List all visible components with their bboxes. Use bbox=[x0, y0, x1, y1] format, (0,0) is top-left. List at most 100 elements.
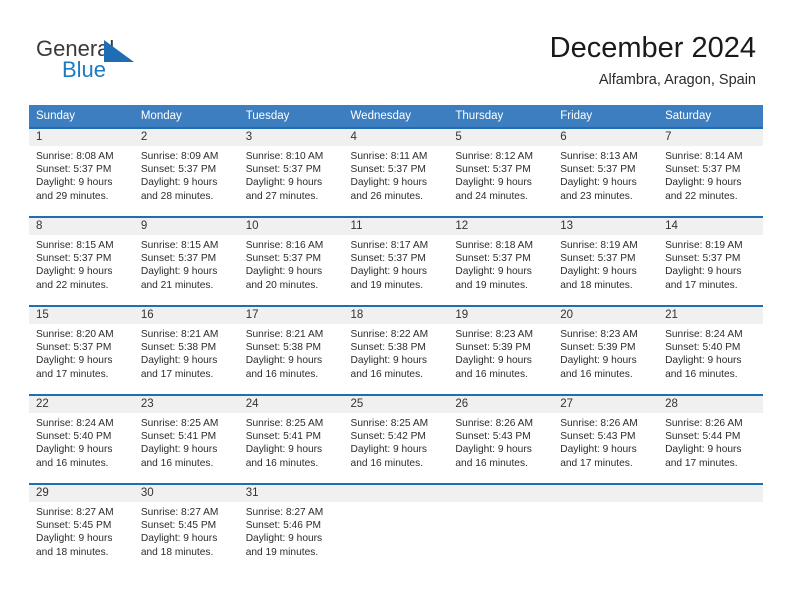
day-cell-empty bbox=[658, 483, 763, 573]
sunrise-line: Sunrise: 8:15 AM bbox=[140, 240, 219, 251]
day-cell[interactable]: 16 Sunrise: 8:21 AM Sunset: 5:38 PM Dayl… bbox=[133, 305, 239, 395]
day-cell[interactable]: 10 Sunrise: 8:16 AM Sunset: 5:37 PM Dayl… bbox=[238, 216, 344, 306]
day-details: Sunrise: 8:10 AM Sunset: 5:37 PM Dayligh… bbox=[239, 146, 344, 203]
day-details: Sunrise: 8:27 AM Sunset: 5:45 PM Dayligh… bbox=[29, 502, 134, 559]
daylight-line-1: Daylight: 9 hours bbox=[665, 177, 742, 189]
sunset-line: Sunset: 5:37 PM bbox=[350, 253, 426, 265]
sunset-line: Sunset: 5:37 PM bbox=[560, 164, 636, 176]
day-cell[interactable]: 23 Sunrise: 8:25 AM Sunset: 5:41 PM Dayl… bbox=[133, 394, 239, 484]
sunrise-line: Sunrise: 8:21 AM bbox=[140, 329, 219, 340]
day-cell[interactable]: 19 Sunrise: 8:23 AM Sunset: 5:39 PM Dayl… bbox=[448, 305, 554, 395]
page-title: December 2024 bbox=[549, 32, 756, 64]
day-number: 25 bbox=[343, 396, 449, 413]
sunrise-line: Sunrise: 8:21 AM bbox=[245, 329, 324, 340]
day-number: 24 bbox=[238, 396, 344, 413]
day-cell[interactable]: 15 Sunrise: 8:20 AM Sunset: 5:37 PM Dayl… bbox=[29, 305, 134, 395]
day-number: 3 bbox=[238, 129, 344, 146]
day-number: 7 bbox=[658, 129, 763, 146]
weekday-header-thursday: Thursday bbox=[448, 105, 554, 128]
day-cell[interactable]: 12 Sunrise: 8:18 AM Sunset: 5:37 PM Dayl… bbox=[448, 216, 554, 306]
day-details: Sunrise: 8:09 AM Sunset: 5:37 PM Dayligh… bbox=[134, 146, 239, 203]
day-cell[interactable]: 22 Sunrise: 8:24 AM Sunset: 5:40 PM Dayl… bbox=[29, 394, 134, 484]
day-details: Sunrise: 8:08 AM Sunset: 5:37 PM Dayligh… bbox=[29, 146, 134, 203]
daylight-line-1: Daylight: 9 hours bbox=[36, 355, 113, 367]
daylight-line-2: and 18 minutes. bbox=[560, 279, 633, 291]
day-cell[interactable]: 20 Sunrise: 8:23 AM Sunset: 5:39 PM Dayl… bbox=[553, 305, 659, 395]
calendar-table: Sunday Monday Tuesday Wednesday Thursday… bbox=[29, 105, 763, 573]
day-cell[interactable]: 31 Sunrise: 8:27 AM Sunset: 5:46 PM Dayl… bbox=[238, 483, 344, 573]
day-details: Sunrise: 8:16 AM Sunset: 5:37 PM Dayligh… bbox=[239, 235, 344, 292]
day-number: 23 bbox=[133, 396, 239, 413]
day-details: Sunrise: 8:15 AM Sunset: 5:37 PM Dayligh… bbox=[134, 235, 239, 292]
day-cell-empty bbox=[448, 483, 554, 573]
day-cell[interactable]: 1 Sunrise: 8:08 AM Sunset: 5:37 PM Dayli… bbox=[29, 127, 134, 217]
day-cell[interactable]: 7 Sunrise: 8:14 AM Sunset: 5:37 PM Dayli… bbox=[658, 127, 763, 217]
day-cell[interactable]: 6 Sunrise: 8:13 AM Sunset: 5:37 PM Dayli… bbox=[553, 127, 659, 217]
day-details: Sunrise: 8:25 AM Sunset: 5:42 PM Dayligh… bbox=[344, 413, 449, 470]
brand-logo[interactable]: General Blue bbox=[36, 36, 156, 84]
day-cell[interactable]: 24 Sunrise: 8:25 AM Sunset: 5:41 PM Dayl… bbox=[238, 394, 344, 484]
daylight-line-2: and 17 minutes. bbox=[665, 279, 738, 291]
daylight-line-2: and 17 minutes. bbox=[560, 457, 633, 469]
sunrise-line: Sunrise: 8:24 AM bbox=[665, 329, 743, 340]
day-cell[interactable]: 13 Sunrise: 8:19 AM Sunset: 5:37 PM Dayl… bbox=[553, 216, 659, 306]
sunrise-line: Sunrise: 8:23 AM bbox=[560, 329, 638, 340]
day-cell-empty bbox=[343, 483, 449, 573]
sunrise-line: Sunrise: 8:25 AM bbox=[350, 418, 429, 429]
sunset-line: Sunset: 5:37 PM bbox=[455, 164, 531, 176]
sunrise-line: Sunrise: 8:26 AM bbox=[560, 418, 638, 429]
day-number: 20 bbox=[553, 307, 659, 324]
sunset-line: Sunset: 5:39 PM bbox=[560, 342, 636, 354]
daylight-line-1: Daylight: 9 hours bbox=[245, 177, 323, 189]
sunrise-line: Sunrise: 8:26 AM bbox=[455, 418, 533, 429]
day-details: Sunrise: 8:20 AM Sunset: 5:37 PM Dayligh… bbox=[29, 324, 134, 381]
day-cell[interactable]: 26 Sunrise: 8:26 AM Sunset: 5:43 PM Dayl… bbox=[448, 394, 554, 484]
day-cell[interactable]: 27 Sunrise: 8:26 AM Sunset: 5:43 PM Dayl… bbox=[553, 394, 659, 484]
day-cell[interactable]: 14 Sunrise: 8:19 AM Sunset: 5:37 PM Dayl… bbox=[658, 216, 763, 306]
day-cell[interactable]: 17 Sunrise: 8:21 AM Sunset: 5:38 PM Dayl… bbox=[238, 305, 344, 395]
day-cell[interactable]: 11 Sunrise: 8:17 AM Sunset: 5:37 PM Dayl… bbox=[343, 216, 449, 306]
daylight-line-1: Daylight: 9 hours bbox=[140, 355, 218, 367]
daylight-line-1: Daylight: 9 hours bbox=[245, 266, 323, 278]
day-cell[interactable]: 25 Sunrise: 8:25 AM Sunset: 5:42 PM Dayl… bbox=[343, 394, 449, 484]
day-cell[interactable]: 29 Sunrise: 8:27 AM Sunset: 5:45 PM Dayl… bbox=[29, 483, 134, 573]
day-number: 8 bbox=[29, 218, 134, 235]
sunrise-line: Sunrise: 8:24 AM bbox=[36, 418, 114, 429]
day-number: 18 bbox=[343, 307, 449, 324]
daylight-line-1: Daylight: 9 hours bbox=[245, 444, 323, 456]
day-details: Sunrise: 8:26 AM Sunset: 5:44 PM Dayligh… bbox=[658, 413, 763, 470]
day-cell[interactable]: 9 Sunrise: 8:15 AM Sunset: 5:37 PM Dayli… bbox=[133, 216, 239, 306]
day-number bbox=[448, 485, 554, 502]
sunrise-line: Sunrise: 8:26 AM bbox=[665, 418, 743, 429]
day-number: 26 bbox=[448, 396, 554, 413]
day-details: Sunrise: 8:18 AM Sunset: 5:37 PM Dayligh… bbox=[448, 235, 553, 292]
sunrise-line: Sunrise: 8:23 AM bbox=[455, 329, 533, 340]
daylight-line-2: and 16 minutes. bbox=[140, 457, 214, 469]
day-cell[interactable]: 30 Sunrise: 8:27 AM Sunset: 5:45 PM Dayl… bbox=[133, 483, 239, 573]
day-cell[interactable]: 28 Sunrise: 8:26 AM Sunset: 5:44 PM Dayl… bbox=[658, 394, 763, 484]
day-cell[interactable]: 2 Sunrise: 8:09 AM Sunset: 5:37 PM Dayli… bbox=[133, 127, 239, 217]
sunset-line: Sunset: 5:37 PM bbox=[245, 253, 322, 265]
sunset-line: Sunset: 5:38 PM bbox=[245, 342, 322, 354]
daylight-line-2: and 16 minutes. bbox=[455, 368, 528, 380]
day-cell[interactable]: 8 Sunrise: 8:15 AM Sunset: 5:37 PM Dayli… bbox=[29, 216, 134, 306]
sunset-line: Sunset: 5:38 PM bbox=[140, 342, 217, 354]
day-cell[interactable]: 18 Sunrise: 8:22 AM Sunset: 5:38 PM Dayl… bbox=[343, 305, 449, 395]
sunset-line: Sunset: 5:41 PM bbox=[140, 431, 217, 443]
daylight-line-2: and 16 minutes. bbox=[245, 457, 319, 469]
daylight-line-2: and 26 minutes. bbox=[350, 190, 424, 202]
daylight-line-2: and 24 minutes. bbox=[455, 190, 528, 202]
day-cell[interactable]: 4 Sunrise: 8:11 AM Sunset: 5:37 PM Dayli… bbox=[343, 127, 449, 217]
daylight-line-2: and 16 minutes. bbox=[36, 457, 109, 469]
daylight-line-1: Daylight: 9 hours bbox=[665, 444, 742, 456]
day-number: 30 bbox=[133, 485, 239, 502]
sunrise-line: Sunrise: 8:10 AM bbox=[245, 151, 324, 162]
day-cell[interactable]: 21 Sunrise: 8:24 AM Sunset: 5:40 PM Dayl… bbox=[658, 305, 763, 395]
day-number: 6 bbox=[553, 129, 659, 146]
brand-name-blue: Blue bbox=[62, 57, 107, 82]
day-cell[interactable]: 5 Sunrise: 8:12 AM Sunset: 5:37 PM Dayli… bbox=[448, 127, 554, 217]
day-cell[interactable]: 3 Sunrise: 8:10 AM Sunset: 5:37 PM Dayli… bbox=[238, 127, 344, 217]
sunset-line: Sunset: 5:37 PM bbox=[665, 164, 741, 176]
daylight-line-1: Daylight: 9 hours bbox=[140, 444, 218, 456]
day-cell-empty bbox=[553, 483, 659, 573]
